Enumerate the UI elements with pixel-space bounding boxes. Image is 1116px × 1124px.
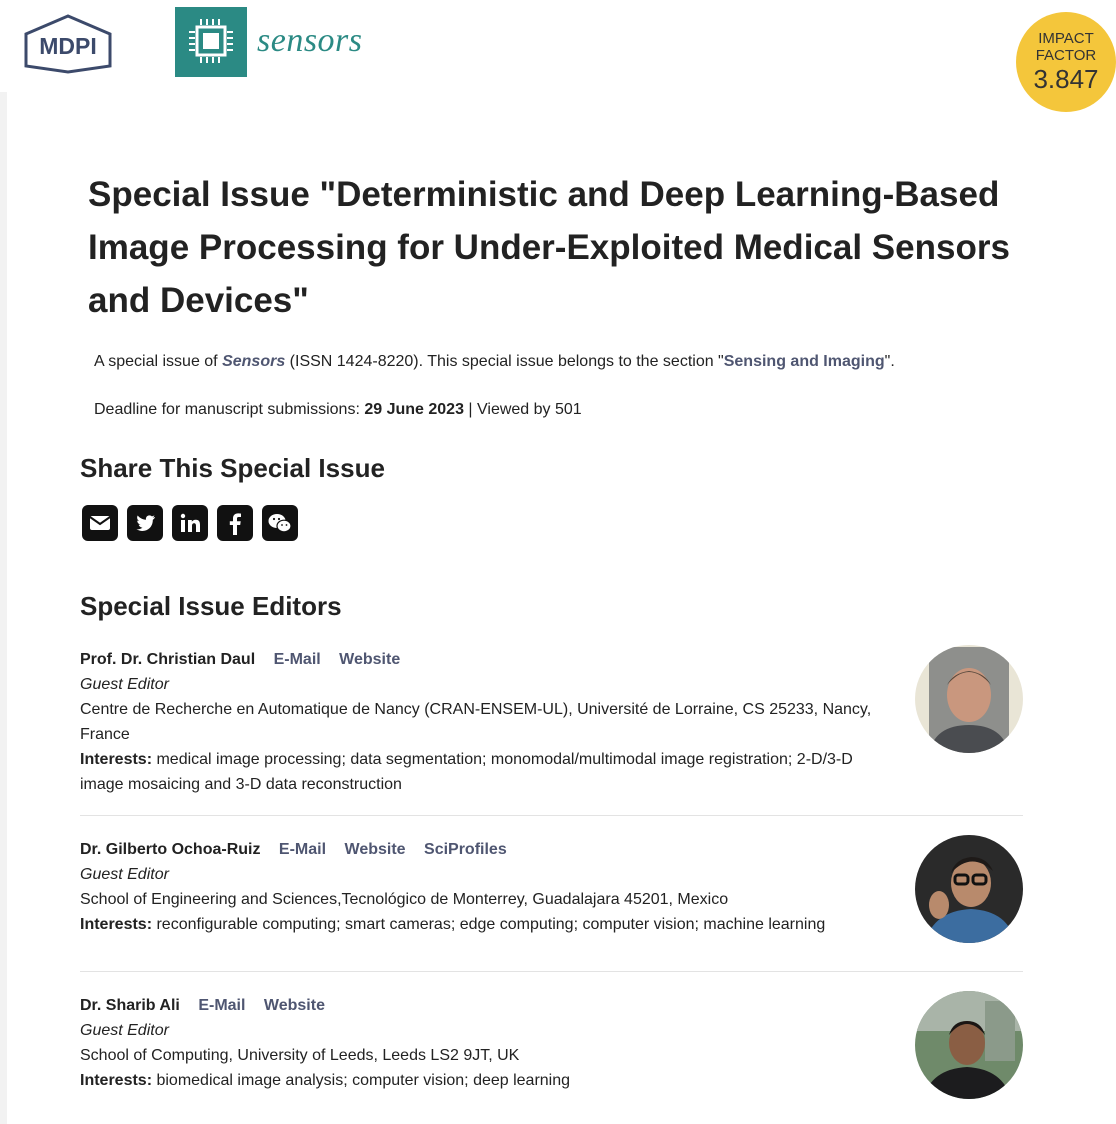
editor-affiliation: School of Computing, University of Leeds… xyxy=(80,1047,520,1064)
view-count: | Viewed by 501 xyxy=(463,401,582,418)
impact-factor-label: IMPACT FACTOR xyxy=(1035,30,1097,64)
interests-label: Interests: xyxy=(80,751,153,768)
editor-website-link[interactable]: Website xyxy=(264,997,325,1014)
editor-affiliation: School of Engineering and Sciences,Tecno… xyxy=(80,891,729,908)
journal-link[interactable]: Sensors xyxy=(222,353,285,370)
deadline-text: Deadline for manuscript submissions: 29 … xyxy=(94,400,582,420)
editor-affiliation: Centre de Recherche en Automatique de Na… xyxy=(80,701,872,743)
linkedin-icon[interactable] xyxy=(172,505,208,541)
intro-issn: (ISSN 1424-8220). This special issue bel… xyxy=(285,353,724,370)
editor-website-link[interactable]: Website xyxy=(339,651,400,668)
editor-separator xyxy=(80,815,1023,816)
editor-name-line: Prof. Dr. Christian Daul E-Mail Website xyxy=(80,647,900,672)
editor-separator xyxy=(80,971,1023,972)
mdpi-logo-text: MDPI xyxy=(39,33,97,59)
mdpi-logo[interactable]: MDPI xyxy=(22,14,114,74)
chip-icon xyxy=(189,19,233,63)
page-title: Special Issue "Deterministic and Deep Le… xyxy=(88,175,1010,320)
editor-role: Guest Editor xyxy=(80,866,169,883)
impact-factor-badge[interactable]: IMPACT FACTOR 3.847 xyxy=(1016,12,1116,112)
editor-name-line: Dr. Sharib Ali E-Mail Website xyxy=(80,993,900,1018)
intro-prefix: A special issue of xyxy=(94,353,223,370)
editor-website-link[interactable]: Website xyxy=(345,841,406,858)
editor-email-link[interactable]: E-Mail xyxy=(279,841,326,858)
journal-name[interactable]: sensors xyxy=(257,22,363,60)
section-link[interactable]: Sensing and Imaging xyxy=(724,353,885,370)
impact-factor-value: 3.847 xyxy=(1033,64,1099,94)
wechat-icon[interactable] xyxy=(262,505,298,541)
deadline-date: 29 June 2023 xyxy=(364,401,464,418)
editor-role: Guest Editor xyxy=(80,676,169,693)
editors-heading: Special Issue Editors xyxy=(80,591,342,621)
twitter-icon[interactable] xyxy=(127,505,163,541)
envelope-icon[interactable] xyxy=(82,505,118,541)
editor-name: Prof. Dr. Christian Daul xyxy=(80,651,256,668)
editor-email-link[interactable]: E-Mail xyxy=(198,997,245,1014)
interests-text: biomedical image analysis; computer visi… xyxy=(152,1072,571,1089)
editor-avatar xyxy=(915,835,1023,943)
interests-label: Interests: xyxy=(80,1072,153,1089)
editor-interests: Interests: biomedical image analysis; co… xyxy=(80,1068,900,1093)
editor-role: Guest Editor xyxy=(80,1022,169,1039)
editor-card: Dr. Gilberto Ochoa-Ruiz E-Mail Website S… xyxy=(80,835,1023,943)
facebook-icon[interactable] xyxy=(217,505,253,541)
editor-name: Dr. Gilberto Ochoa-Ruiz xyxy=(80,841,261,858)
interests-text: medical image processing; data segmentat… xyxy=(80,751,853,793)
editor-interests: Interests: medical image processing; dat… xyxy=(80,747,900,797)
editor-name-line: Dr. Gilberto Ochoa-Ruiz E-Mail Website S… xyxy=(80,837,900,862)
deadline-label: Deadline for manuscript submissions: xyxy=(94,401,365,418)
editor-interests: Interests: reconfigurable computing; sma… xyxy=(80,912,900,937)
editor-name: Dr. Sharib Ali xyxy=(80,997,180,1014)
intro-suffix: ". xyxy=(884,353,895,370)
editor-card: Dr. Sharib Ali E-Mail Website Guest Edit… xyxy=(80,991,1023,1099)
interests-text: reconfigurable computing; smart cameras;… xyxy=(152,916,826,933)
journal-logo[interactable] xyxy=(175,7,247,77)
editor-sciprofiles-link[interactable]: SciProfiles xyxy=(424,841,507,858)
editor-avatar xyxy=(915,645,1023,753)
share-icons xyxy=(82,505,298,541)
editor-email-link[interactable]: E-Mail xyxy=(274,651,321,668)
intro-text: A special issue of Sensors (ISSN 1424-82… xyxy=(94,352,895,372)
share-heading: Share This Special Issue xyxy=(80,453,385,483)
editor-card: Prof. Dr. Christian Daul E-Mail Website … xyxy=(80,645,1023,797)
interests-label: Interests: xyxy=(80,916,153,933)
page-left-strip xyxy=(0,92,7,1124)
editor-avatar xyxy=(915,991,1023,1099)
